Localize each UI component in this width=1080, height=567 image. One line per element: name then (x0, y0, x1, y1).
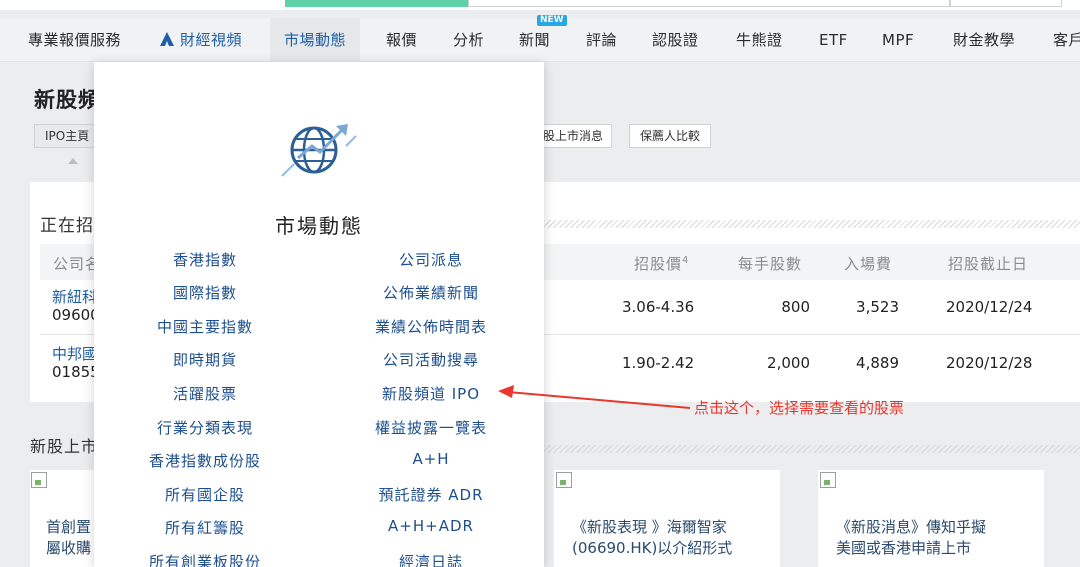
menu-economic-calendar[interactable]: 經濟日誌 (336, 551, 526, 567)
menu-a-plus-h[interactable]: A+H (336, 450, 526, 468)
ipo-row-1-fee: 3,523 (856, 298, 899, 316)
subtab-ipo-home[interactable]: IPO主頁 (34, 124, 101, 148)
menu-hk-index[interactable]: 香港指數 (110, 249, 300, 270)
menu-intl-index[interactable]: 國際指數 (110, 282, 300, 303)
top-strip (0, 0, 1080, 10)
news-divider (544, 445, 1080, 453)
globe-chart-icon (281, 124, 357, 177)
menu-adr[interactable]: 預託證券 ADR (336, 484, 526, 505)
col-offer-price-note: 4 (682, 255, 690, 266)
nav-quotes[interactable]: 報價 (386, 18, 417, 62)
top-search-button[interactable] (950, 0, 1062, 7)
broken-image-icon (31, 472, 47, 488)
menu-h-shares[interactable]: 所有國企股 (110, 484, 300, 505)
col-offer-price-label: 招股價 (634, 255, 683, 273)
ipo-row-1-price: 3.06-4.36 (622, 298, 695, 316)
ipo-row-2-price: 1.90-2.42 (622, 354, 695, 372)
nav-mpf[interactable]: MPF (882, 18, 914, 62)
menu-red-chips[interactable]: 所有紅籌股 (110, 517, 300, 538)
nav-market-dynamics[interactable]: 市場動態 (270, 18, 361, 62)
section-divider (544, 220, 1080, 228)
menu-china-index[interactable]: 中國主要指數 (110, 316, 300, 337)
news-card-1-text[interactable]: 首創置 屬收購 ... (46, 517, 91, 567)
nav-etf[interactable]: ETF (819, 18, 848, 62)
page-title: 新股頻 (34, 88, 100, 112)
ipo-row-1-name[interactable]: 新紐科 (52, 286, 97, 307)
finance-video-icon (160, 32, 174, 46)
menu-results-calendar[interactable]: 業績公佈時間表 (336, 316, 526, 337)
menu-dividends[interactable]: 公司派息 (336, 249, 526, 270)
ipo-row-2-code: 01855 (52, 363, 100, 381)
menu-hk-index-constituents[interactable]: 香港指數成份股 (110, 450, 300, 471)
nav-cbbc[interactable]: 牛熊證 (736, 18, 783, 62)
news-section-heading: 新股上市 (30, 437, 99, 456)
col-deadline: 招股截止日 (948, 255, 1029, 273)
dropdown-title: 市場動態 (275, 214, 363, 238)
nav-warrants[interactable]: 認股證 (652, 18, 699, 62)
ipo-row-1-code: 09600 (52, 306, 100, 324)
nav-pro-quote[interactable]: 專業報價服務 (28, 18, 121, 62)
top-green-bar (285, 0, 468, 7)
col-lot-size: 每手股數 (738, 255, 803, 273)
broken-image-icon (556, 472, 572, 488)
menu-a-h-adr[interactable]: A+H+ADR (336, 517, 526, 535)
col-offer-price: 招股價4 (634, 253, 689, 274)
ipo-row-2-lot: 2,000 (767, 354, 810, 372)
broken-image-icon (820, 472, 836, 488)
nav-analysis[interactable]: 分析 (453, 18, 484, 62)
news-card-2-text[interactable]: 《新股表現 》海爾智家 (06690.HK)以介紹形式 ... (572, 517, 732, 567)
ipo-row-1-deadline: 2020/12/24 (946, 298, 1033, 316)
nav-video[interactable]: 財經視頻 (160, 18, 242, 62)
annotation-text: 点击这个，选择需要查看的股票 (694, 399, 905, 417)
nav-comment[interactable]: 評論 (586, 18, 617, 62)
menu-active-stocks[interactable]: 活躍股票 (110, 383, 300, 404)
menu-disclosure-of-interests[interactable]: 權益披露一覽表 (336, 417, 526, 438)
ipo-row-2-deadline: 2020/12/28 (946, 354, 1033, 372)
menu-futures[interactable]: 即時期貨 (110, 349, 300, 370)
menu-gem-stocks[interactable]: 所有創業板股份 (110, 551, 300, 567)
nav-customer[interactable]: 客戶 (1053, 18, 1080, 62)
subtab-caret (68, 158, 78, 164)
ipo-row-1-lot: 800 (781, 298, 810, 316)
nav-video-label: 財經視頻 (180, 31, 243, 49)
col-entry-fee: 入場費 (844, 255, 893, 273)
nav-finance-education[interactable]: 財金教學 (953, 18, 1015, 62)
menu-results-news[interactable]: 公佈業績新聞 (336, 282, 526, 303)
new-badge: NEW (537, 15, 567, 26)
annotation-arrow-icon (498, 385, 691, 409)
market-dynamics-dropdown: 市場動態 香港指數 國際指數 中國主要指數 即時期貨 活躍股票 行業分類表現 香… (94, 62, 544, 567)
subtab-sponsor-compare[interactable]: 保薦人比較 (629, 124, 712, 148)
menu-sector-performance[interactable]: 行業分類表現 (110, 417, 300, 438)
top-search-box[interactable] (468, 0, 950, 7)
ipo-row-2-name[interactable]: 中邦國 (52, 343, 97, 364)
ipo-row-2-fee: 4,889 (856, 354, 899, 372)
ipo-section-heading: 正在招 (40, 216, 94, 236)
menu-corporate-events[interactable]: 公司活動搜尋 (336, 349, 526, 370)
news-card-3-text[interactable]: 《新股消息》傳知乎擬 美國或香港申請上市 (836, 517, 986, 559)
